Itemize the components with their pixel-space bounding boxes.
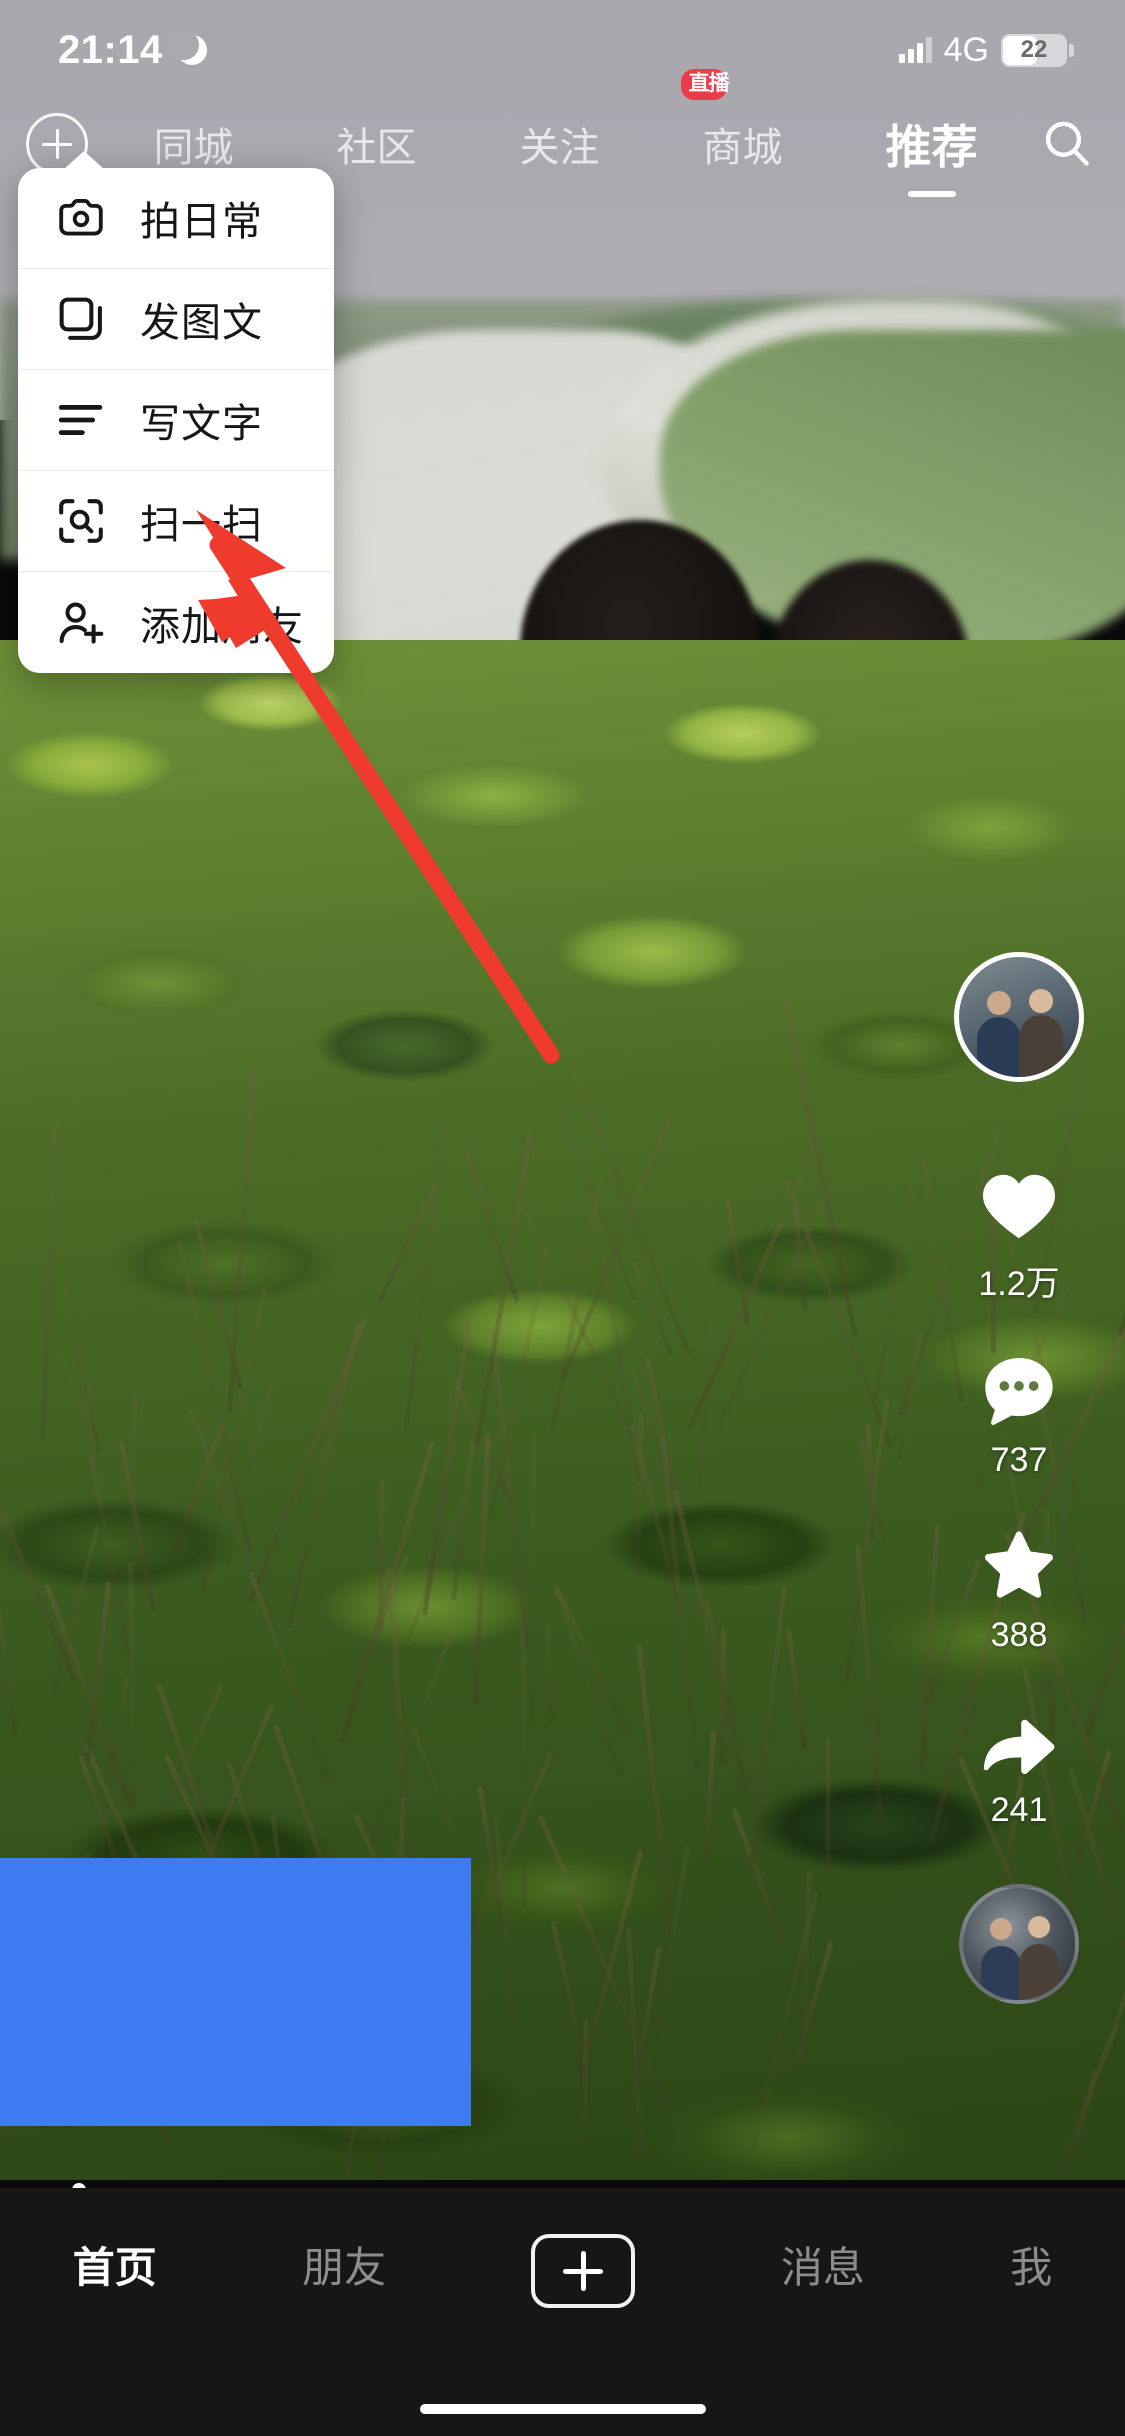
bottom-create-button[interactable] [531,2234,636,2308]
music-disc-avatar[interactable] [959,1884,1079,2004]
search-icon [1045,121,1089,166]
heart-icon [969,1160,1069,1252]
tab-label: 社区 [336,126,417,170]
search-button[interactable] [1035,112,1099,176]
comment-button[interactable]: 737 [969,1345,1069,1480]
status-bar-right: 4G 22 [898,30,1074,70]
tab-label: 关注 [519,126,600,170]
cellular-signal-icon [898,37,932,63]
battery-icon: 22 [1001,33,1074,67]
phone-screen: 21:14 4G 22 同城 社区 关注 直播 商城 推荐 拍日常 发图文 写文… [0,0,1125,2436]
tab-shangcheng[interactable]: 直播 商城 [680,69,787,179]
battery-level: 22 [1020,36,1048,63]
menu-item-label: 扫一扫 [140,503,263,547]
active-tab-underline [907,191,956,197]
status-time: 21:14 [58,27,163,72]
tab-label: 同城 [153,126,234,170]
menu-item-post-images[interactable]: 发图文 [18,269,334,370]
tab-shequ[interactable]: 社区 [333,109,421,179]
comment-icon [969,1345,1069,1437]
menu-item-label: 写文字 [140,402,263,446]
bottom-tab-profile[interactable]: 我 [1010,2234,1052,2295]
author-avatar[interactable] [954,952,1084,1082]
menu-item-scan[interactable]: 扫一扫 [18,471,334,572]
tab-guanzhu[interactable]: 关注 [516,109,604,179]
share-count: 241 [990,1791,1048,1829]
bottom-navigation-bar: 首页 朋友 消息 我 [0,2188,1125,2436]
favorite-button[interactable]: 388 [969,1520,1069,1655]
comment-count: 737 [990,1441,1048,1479]
network-label: 4G [943,30,989,69]
like-button[interactable]: 1.2万 [969,1160,1069,1305]
menu-item-label: 添加朋友 [140,604,304,649]
status-bar: 21:14 4G 22 [0,0,1125,100]
qr-scan-icon [54,494,108,548]
status-bar-left: 21:14 [58,28,207,73]
menu-item-take-daily[interactable]: 拍日常 [18,168,334,269]
tab-label: 推荐 [885,121,978,173]
menu-item-label: 发图文 [140,301,263,345]
menu-item-add-friend[interactable]: 添加朋友 [18,572,334,673]
redaction-overlay [0,1858,471,2126]
images-stack-icon [54,292,108,346]
menu-item-label: 拍日常 [140,200,263,244]
star-icon [969,1520,1069,1612]
add-friend-icon [54,596,108,650]
like-count: 1.2万 [978,1265,1060,1303]
bottom-tab-friends[interactable]: 朋友 [302,2234,386,2295]
crescent-moon-icon [168,30,207,65]
tab-label: 商城 [702,126,783,170]
camera-icon [54,191,108,245]
create-dropdown-menu: 拍日常 发图文 写文字 扫一扫 添加朋友 [18,151,334,673]
action-rail: 1.2万 737 388 241 [939,952,1099,2004]
menu-item-write-text[interactable]: 写文字 [18,370,334,471]
share-arrow-icon [969,1695,1069,1787]
tab-tuijian[interactable]: 推荐 [882,105,982,197]
bottom-tab-messages[interactable]: 消息 [781,2234,865,2295]
share-button[interactable]: 241 [969,1695,1069,1830]
home-indicator [419,2404,706,2414]
text-lines-icon [54,393,108,447]
bottom-tab-home[interactable]: 首页 [73,2234,157,2295]
favorite-count: 388 [990,1616,1048,1654]
